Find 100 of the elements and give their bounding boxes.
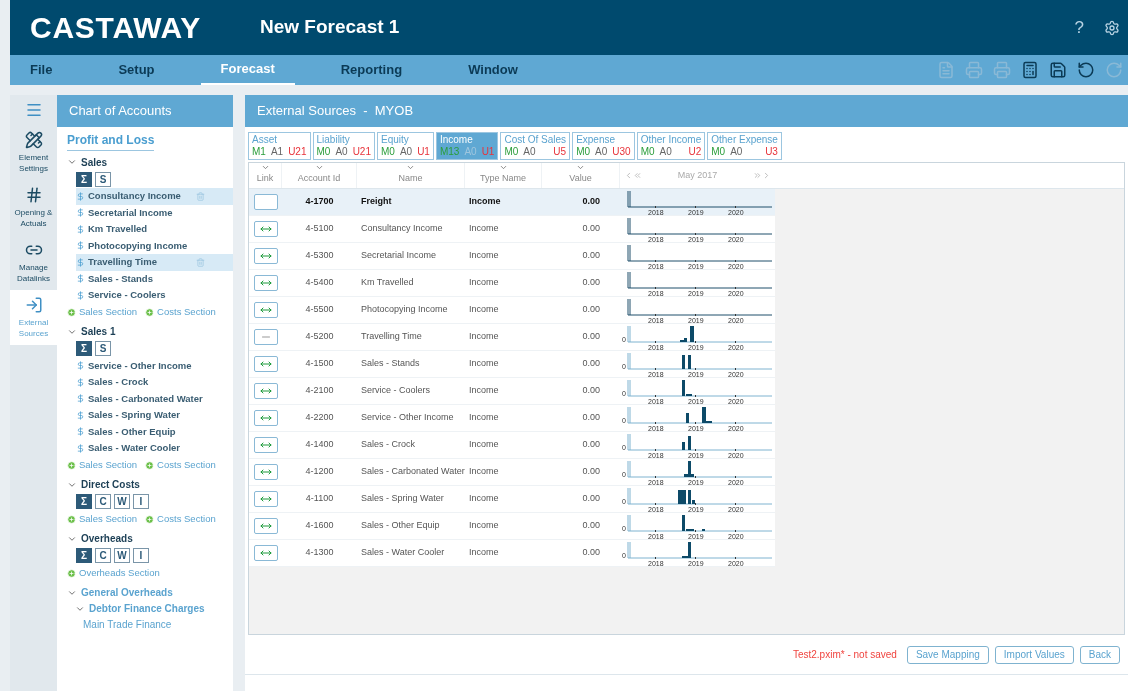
column-header[interactable]: Link (256, 172, 274, 186)
category-tab[interactable]: Asset M1 A1 U21 (248, 132, 311, 160)
rail-tab[interactable]: Manage Datalinks (10, 235, 57, 290)
account-item[interactable]: Photocopying Income (76, 237, 233, 254)
element-tile[interactable]: W (114, 494, 130, 509)
plus-icon (145, 514, 155, 524)
element-tile[interactable]: C (95, 494, 111, 509)
account-item[interactable]: Sales - Stands (76, 270, 233, 287)
column-header[interactable]: Type Name (480, 172, 526, 186)
menu-item[interactable]: Setup (98, 55, 175, 85)
link-toggle[interactable] (253, 437, 278, 453)
element-tile[interactable]: C (95, 548, 111, 563)
last-icon[interactable] (753, 171, 762, 180)
category-tab[interactable]: Expense M0 A0 U30 (572, 132, 635, 160)
link-toggle[interactable] (253, 383, 278, 399)
account-item[interactable]: Secretarial Income (76, 204, 233, 221)
element-tile[interactable]: W (114, 548, 130, 563)
element-tile[interactable]: I (133, 548, 149, 563)
link-toggle[interactable] (253, 491, 278, 507)
link-toggle[interactable] (253, 545, 278, 561)
link-toggle[interactable] (253, 410, 278, 426)
element-tile[interactable]: Σ (76, 494, 92, 509)
table-cell-text: Income (468, 249, 500, 263)
account-item[interactable]: Sales - Spring Water (76, 407, 233, 424)
account-item[interactable]: Travelling Time (76, 254, 233, 271)
category-tab[interactable]: Other Income M0 A0 U2 (636, 132, 706, 160)
menu-item[interactable]: Reporting (320, 55, 423, 85)
sort-caret-icon[interactable] (260, 163, 270, 172)
table-cell-text: 0.00 (581, 195, 601, 209)
dollar-icon (76, 224, 85, 234)
table-cell-text: 0.00 (581, 465, 601, 479)
plus-icon (67, 307, 76, 317)
first-icon[interactable] (633, 171, 642, 180)
menu-icon[interactable] (24, 101, 43, 119)
previous-icon[interactable] (624, 171, 633, 180)
dollar-icon (76, 257, 85, 267)
table-cell-text: 4-1300 (304, 546, 335, 560)
sort-caret-icon[interactable] (498, 163, 508, 172)
help-button[interactable]: ? (1074, 14, 1084, 41)
table-cell-text: 4-5500 (304, 303, 335, 317)
link-toggle[interactable] (253, 329, 278, 345)
menu-item[interactable]: File (10, 55, 73, 85)
account-item[interactable]: Sales - Water Cooler (76, 440, 233, 457)
account-item[interactable]: Km Travelled (76, 221, 233, 238)
save-icon[interactable] (1049, 61, 1067, 79)
element-tile[interactable]: Σ (76, 171, 92, 187)
link-toggle[interactable] (253, 356, 278, 372)
element-tile[interactable]: Σ (76, 341, 92, 356)
link-toggle[interactable] (253, 518, 278, 534)
account-item[interactable]: Sales - Other Equip (76, 423, 233, 440)
column-header[interactable]: Name (398, 172, 423, 186)
link-toggle[interactable] (253, 248, 278, 264)
dollar-icon (76, 290, 85, 300)
sort-caret-icon[interactable] (314, 163, 324, 172)
link-toggle[interactable] (253, 302, 278, 318)
category-tab[interactable]: Equity M0 A0 U1 (377, 132, 434, 160)
account-item[interactable]: Service - Other Income (76, 357, 233, 374)
account-item[interactable]: Service - Coolers (76, 287, 233, 304)
account-label: Sales - Spring Water (88, 408, 181, 423)
sort-caret-icon[interactable] (576, 163, 585, 172)
rail-tab[interactable]: Opening & Actuals (10, 180, 57, 235)
column-header[interactable]: Account Id (297, 172, 341, 186)
account-label: Consultancy Income (88, 189, 181, 204)
table-cell-text: Sales - Stands (360, 357, 421, 371)
logo: CASTAWAY (30, 10, 203, 46)
table-cell-text: Travelling Time (360, 330, 423, 344)
category-tab[interactable]: Cost Of Sales M0 A0 U5 (500, 132, 571, 160)
sidebar-heading: Profit and Loss (67, 131, 155, 151)
element-tile[interactable]: Σ (76, 548, 92, 563)
table-cell-text: 4-5300 (304, 249, 335, 263)
category-tab[interactable]: Other Expense M0 A0 U3 (707, 132, 782, 160)
column-header[interactable]: Value (569, 172, 592, 186)
link-toggle[interactable] (253, 275, 278, 291)
link-toggle[interactable] (253, 221, 278, 237)
rail-tab[interactable]: Element Settings (10, 125, 57, 180)
account-item[interactable]: Sales - Crock (76, 374, 233, 391)
element-tile[interactable]: I (133, 494, 149, 509)
panel-header: External Sources - MYOB (245, 95, 1128, 127)
next-icon[interactable] (762, 171, 771, 180)
chevron-down-icon[interactable] (67, 157, 77, 167)
account-label: Service - Other Income (88, 358, 192, 373)
trash-icon[interactable] (196, 191, 205, 201)
trash-icon[interactable] (196, 257, 205, 267)
element-tile[interactable]: S (95, 341, 111, 356)
element-tile[interactable]: S (95, 171, 111, 187)
undo-icon[interactable] (1077, 61, 1095, 79)
link-toggle[interactable] (253, 464, 278, 480)
account-item[interactable]: Sales - Carbonated Water (76, 390, 233, 407)
table-cell-text: Income (468, 303, 500, 317)
menu-item[interactable]: Window (448, 55, 538, 85)
calc-icon[interactable] (1021, 61, 1039, 79)
link-toggle[interactable] (253, 194, 278, 210)
table-cell-text: 4-5200 (304, 330, 335, 344)
sort-caret-icon[interactable] (406, 163, 415, 172)
hash-icon (24, 186, 43, 204)
account-item[interactable]: Consultancy Income (76, 188, 233, 205)
table-cell-text: Income (468, 546, 500, 560)
period-label: May 2017 (677, 168, 718, 182)
account-label: Km Travelled (88, 222, 148, 237)
category-tab[interactable]: Liability M0 A0 U21 (312, 132, 375, 160)
